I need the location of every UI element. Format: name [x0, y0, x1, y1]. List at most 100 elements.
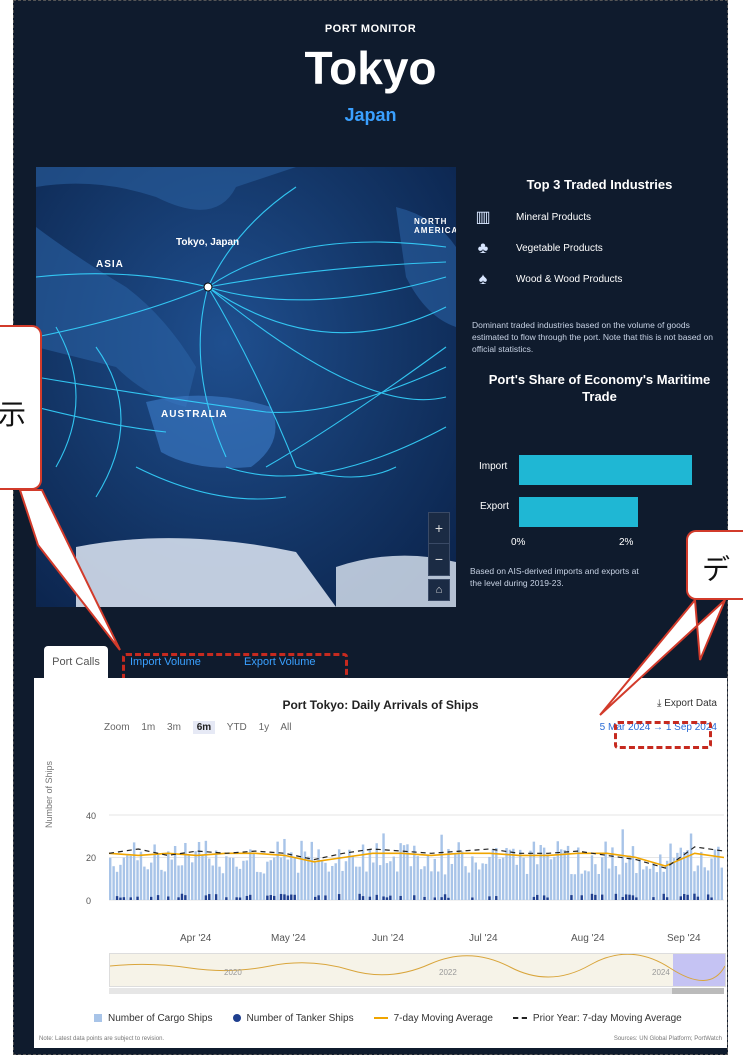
x-tick: Apr '24 — [180, 933, 212, 944]
cargo-bar — [351, 856, 354, 900]
cargo-bar — [177, 865, 180, 900]
cargo-bar — [665, 860, 669, 900]
cargo-bar — [136, 860, 139, 900]
page-title: Tokyo — [304, 42, 437, 94]
cargo-bar — [156, 853, 160, 900]
industries-note: Dominant traded industries based on the … — [472, 320, 713, 354]
cargo-bar — [454, 853, 457, 900]
cargo-bar — [426, 854, 430, 900]
cargo-bar — [594, 864, 597, 900]
cargo-bar — [126, 855, 129, 900]
cargo-bar — [447, 848, 450, 900]
legend-item[interactable]: 7-day Moving Average — [373, 1013, 493, 1024]
cargo-bar — [372, 862, 375, 900]
tanker-bar — [413, 895, 416, 900]
cargo-bar — [385, 863, 389, 900]
navigator-scrollbar[interactable] — [109, 988, 724, 994]
cargo-bar — [375, 843, 378, 900]
tanker-bar — [382, 896, 385, 900]
tanker-bar — [696, 896, 700, 900]
tanker-bar — [570, 895, 573, 900]
cargo-bar — [556, 841, 559, 900]
zoom-in-button[interactable]: + — [429, 513, 449, 543]
navigator-label: 2024 — [652, 968, 670, 977]
shipping-route-map[interactable]: Tokyo, Japan ASIA NORTH AMERICA AUSTRALI… — [36, 167, 456, 607]
tanker-bar — [495, 896, 498, 900]
tanker-bar — [440, 897, 443, 900]
cargo-bar — [331, 865, 334, 900]
tanker-bar — [204, 895, 208, 900]
map-home-button[interactable]: ⌂ — [428, 579, 450, 601]
tanker-bar — [214, 894, 218, 900]
cargo-bar — [399, 843, 402, 900]
cargo-bar — [495, 847, 498, 900]
cargo-bar — [327, 871, 331, 900]
tanker-bar — [662, 893, 665, 900]
page-eyebrow: PORT MONITOR — [324, 23, 417, 35]
zoom-out-button[interactable]: − — [429, 543, 449, 574]
tanker-bar — [710, 897, 713, 900]
tab-port-calls[interactable]: Port Calls — [44, 646, 108, 678]
cargo-bar — [659, 854, 662, 900]
cargo-bar — [642, 869, 645, 900]
port-location-label: Tokyo, Japan — [176, 237, 240, 248]
industry-item: ▥ Mineral Products — [472, 202, 727, 233]
tanker-bar — [279, 893, 283, 900]
cargo-bar — [269, 860, 272, 900]
cargo-bar — [341, 870, 344, 900]
port-summary-panel: Top 3 Traded Industries ▥ Mineral Produc… — [472, 177, 727, 405]
cargo-bar — [129, 855, 132, 900]
cargo-bar — [419, 869, 423, 900]
legend-item[interactable]: Number of Tanker Ships — [232, 1013, 354, 1024]
cargo-bar — [389, 861, 392, 900]
cargo-bar — [146, 869, 149, 900]
tanker-bar — [293, 894, 296, 900]
tanker-bar — [225, 897, 228, 900]
cargo-bar — [208, 858, 211, 900]
cargo-bar — [720, 867, 723, 900]
region-label-australia: AUSTRALIA — [161, 409, 228, 420]
legend-item[interactable]: Number of Cargo Ships — [94, 1013, 213, 1024]
legend-label: Number of Tanker Ships — [246, 1013, 354, 1024]
share-bar-label: Export — [480, 501, 509, 512]
cargo-bar — [132, 842, 136, 900]
cargo-bar — [669, 843, 672, 900]
tanker-bar — [119, 897, 122, 900]
cargo-bar — [700, 851, 703, 900]
tanker-bar — [488, 896, 491, 900]
cargo-bar — [587, 871, 590, 900]
tanker-bar — [150, 896, 153, 900]
cargo-bar — [184, 842, 187, 900]
share-bar-export — [519, 497, 638, 527]
legend-item[interactable]: Prior Year: 7-day Moving Average — [512, 1013, 682, 1024]
cargo-bar — [416, 856, 419, 900]
line-icon — [373, 1017, 388, 1020]
cargo-bar — [512, 848, 515, 900]
dashed-line-icon — [512, 1017, 527, 1020]
cargo-bar — [214, 850, 218, 900]
cargo-bar — [491, 849, 495, 900]
legend-label: Number of Cargo Ships — [108, 1013, 213, 1024]
cargo-bar — [601, 857, 604, 900]
callout-left-text: 示 — [0, 399, 27, 430]
cargo-bar — [481, 863, 484, 900]
tanker-bar — [273, 895, 276, 900]
port-monitor-page: PORT MONITOR Tokyo Japan Tokyo, Japan AS… — [13, 0, 728, 1055]
scrollbar-thumb[interactable] — [672, 988, 724, 994]
cargo-bar — [689, 833, 693, 900]
x-tick: Jul '24 — [469, 933, 498, 944]
industry-list: ▥ Mineral Products ♣ Vegetable Products … — [472, 202, 727, 295]
cargo-bar — [378, 865, 382, 900]
range-navigator[interactable] — [109, 953, 726, 987]
tanker-bar — [156, 895, 160, 900]
industry-label: Vegetable Products — [516, 243, 603, 254]
cargo-bar — [672, 858, 676, 900]
cargo-bar — [191, 862, 194, 900]
callout-left: 示 — [0, 325, 42, 490]
tanker-bar — [385, 897, 389, 900]
cargo-bar — [194, 851, 197, 900]
callout-right-text: デ — [702, 554, 731, 585]
share-bar-label: Import — [479, 461, 508, 472]
cargo-bar — [583, 870, 587, 900]
cargo-bar — [563, 849, 566, 900]
